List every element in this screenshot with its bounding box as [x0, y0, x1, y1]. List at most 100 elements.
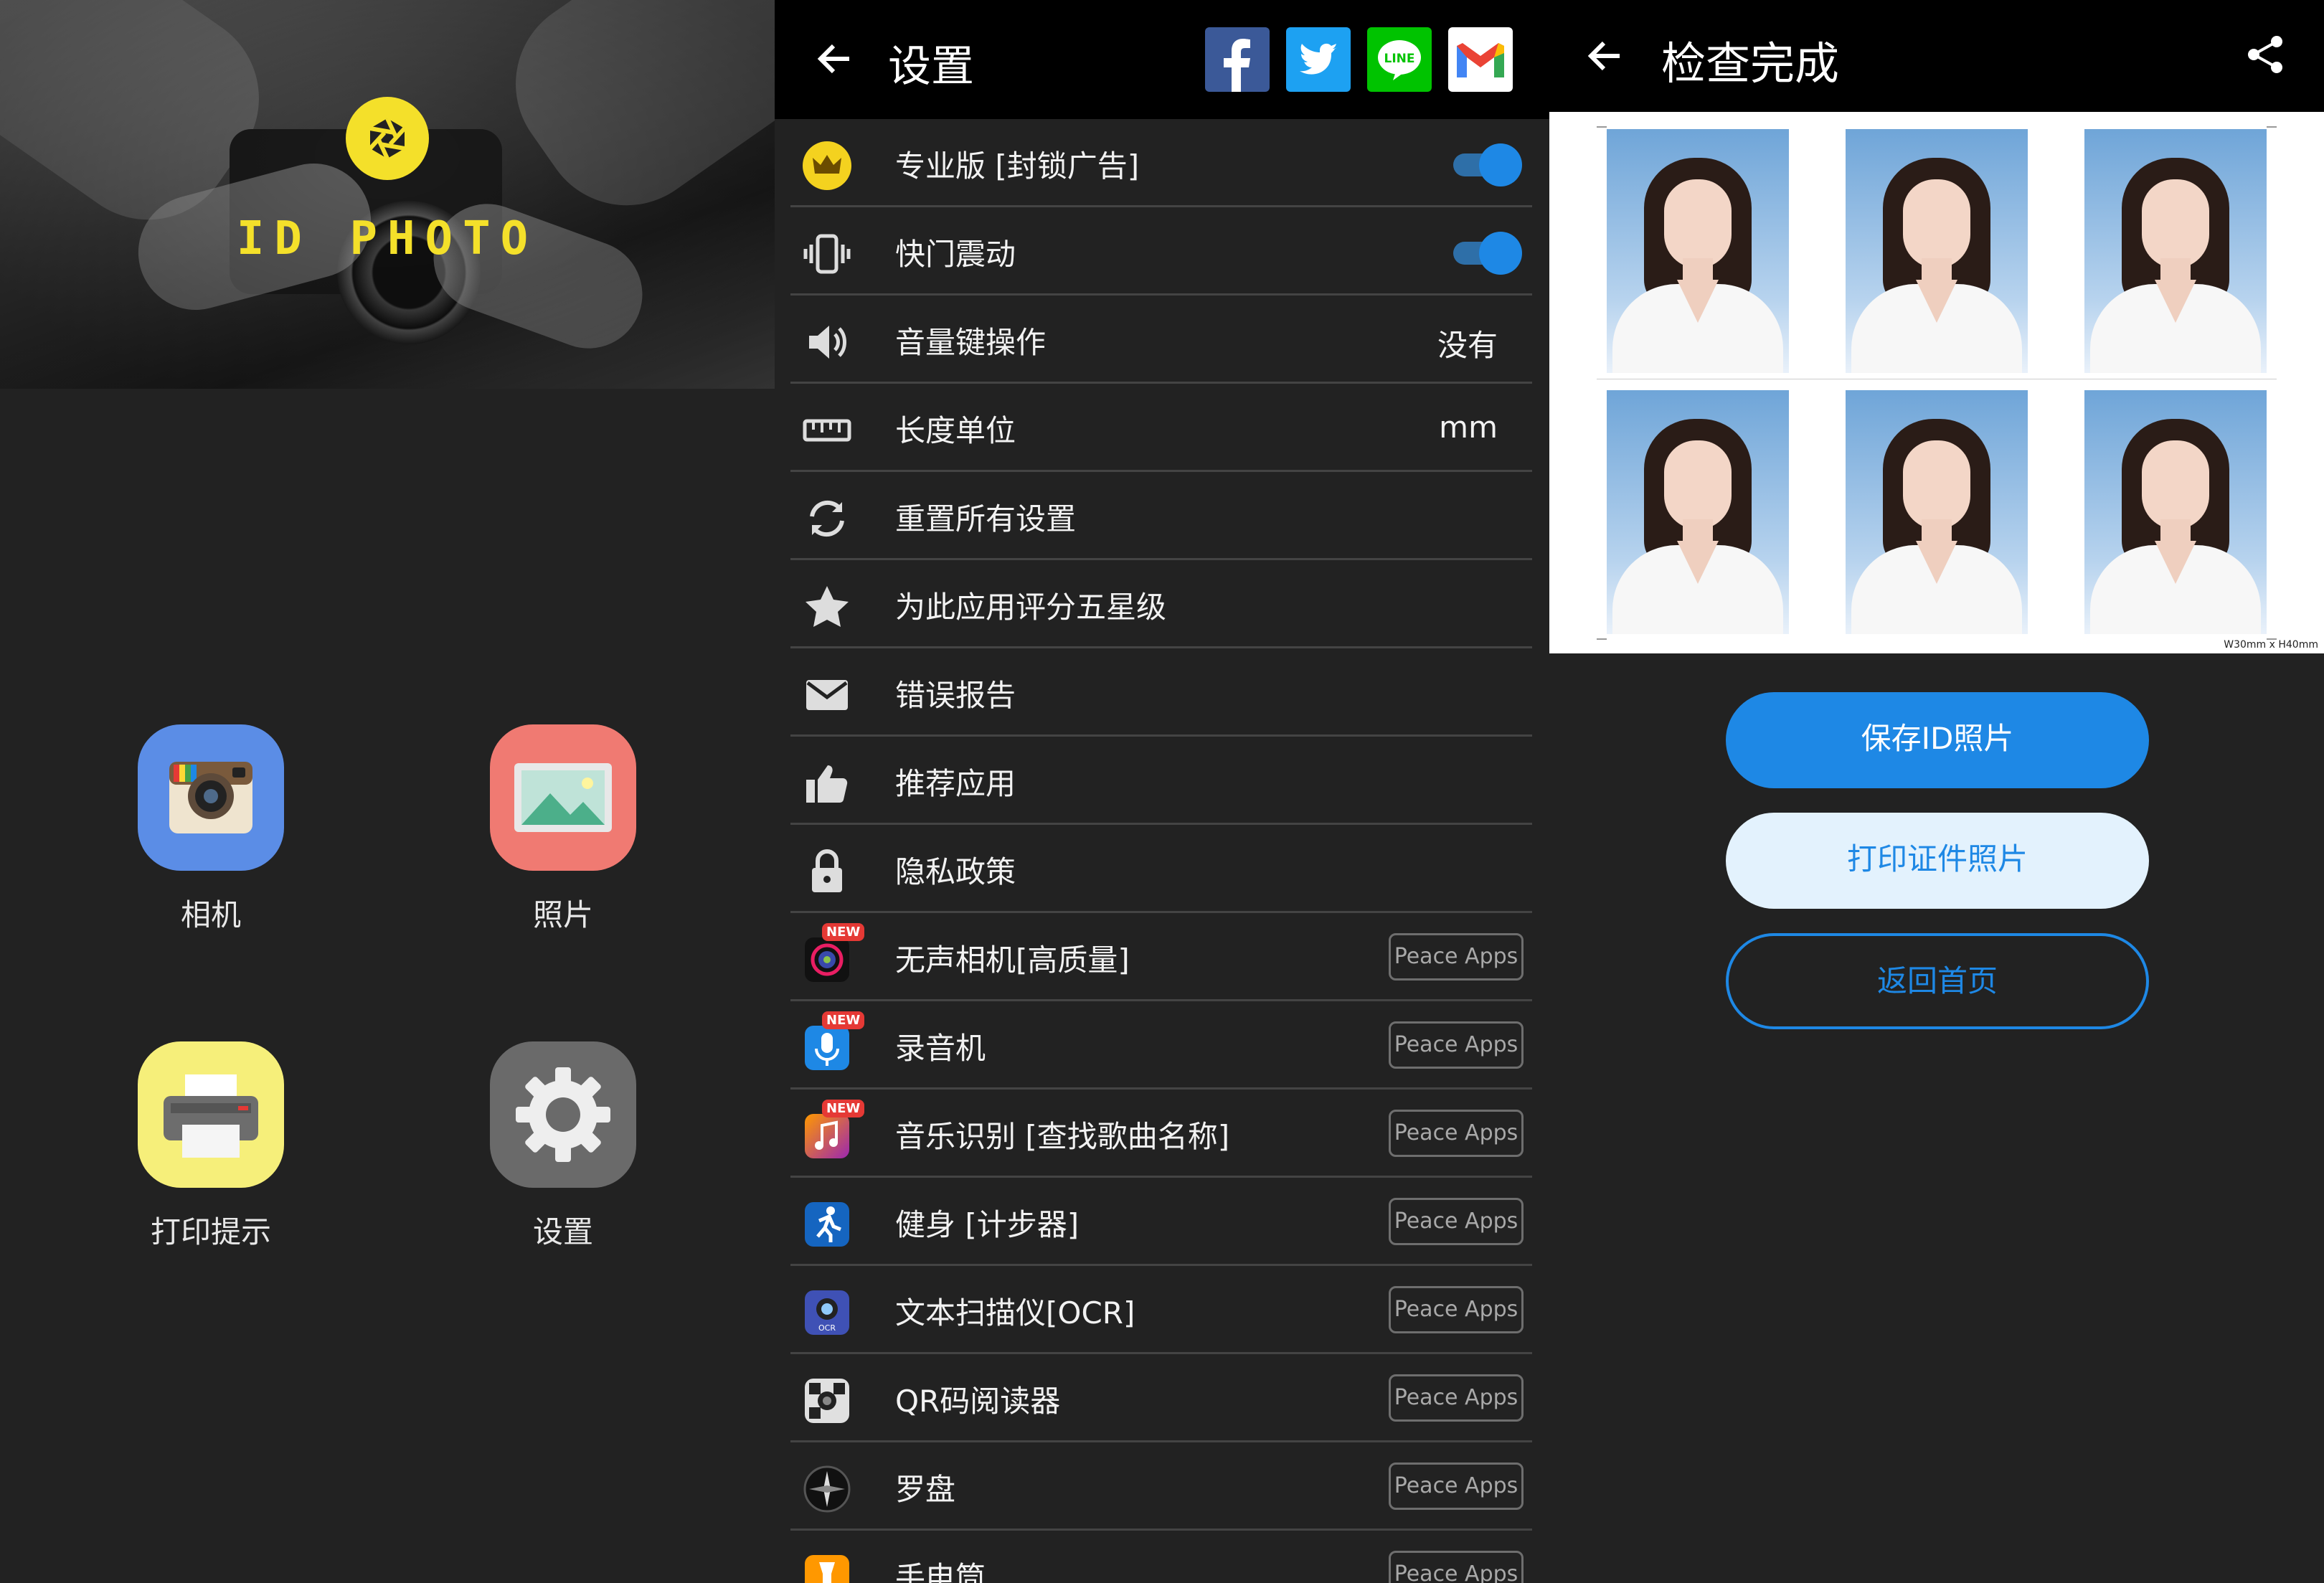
- app-item-ocr[interactable]: OCR 文本扫描仪[OCR] Peace Apps: [790, 1266, 1532, 1354]
- id-photo: [1846, 390, 2028, 634]
- photo-size-caption: W30mm x H40mm: [2224, 639, 2318, 651]
- back-arrow-icon[interactable]: [813, 37, 856, 80]
- music-icon: [805, 1114, 849, 1158]
- app-item-label: 音乐识别 [查找歌曲名称]: [895, 1119, 1230, 1154]
- print-id-photo-button[interactable]: 打印证件照片: [1726, 813, 2149, 909]
- page-title: 设置: [888, 42, 974, 92]
- new-badge: NEW: [822, 1100, 865, 1117]
- camera-tile[interactable]: [138, 724, 284, 871]
- camera-icon: [169, 762, 252, 833]
- photo-tile[interactable]: [490, 724, 636, 871]
- settings-item-privacy[interactable]: 隐私政策: [790, 825, 1532, 913]
- settings-item-label: 快门震动: [895, 237, 1016, 272]
- app-item-label: 健身 [计步器]: [895, 1207, 1080, 1242]
- settings-tile[interactable]: [490, 1041, 636, 1188]
- home-screen: ID PHOTO 相机 照片 打印提示 设置: [0, 0, 775, 1583]
- page-title: 检查完成: [1661, 37, 1840, 90]
- settings-item-length-unit[interactable]: 长度单位 mm: [790, 384, 1532, 472]
- gear-icon: [516, 1067, 610, 1162]
- app-item-label: 罗盘: [895, 1472, 956, 1507]
- settings-item-label: 隐私政策: [895, 854, 1016, 889]
- new-badge: NEW: [822, 1011, 865, 1029]
- settings-item-label: 错误报告: [895, 678, 1016, 713]
- settings-item-label: 长度单位: [895, 413, 1016, 448]
- app-item-qr[interactable]: QR码阅读器 Peace Apps: [790, 1354, 1532, 1442]
- app-item-music-id[interactable]: NEW 音乐识别 [查找歌曲名称] Peace Apps: [790, 1090, 1532, 1178]
- app-item-silent-camera[interactable]: NEW 无声相机[高质量] Peace Apps: [790, 913, 1532, 1001]
- printer-icon: [164, 1074, 258, 1158]
- peace-apps-chip[interactable]: Peace Apps: [1389, 1021, 1524, 1069]
- app-item-flashlight[interactable]: 手电筒 Peace Apps: [790, 1531, 1532, 1583]
- settings-item-reset[interactable]: 重置所有设置: [790, 472, 1532, 560]
- length-unit-value: mm: [1439, 410, 1498, 445]
- volume-icon: [809, 326, 846, 359]
- aperture-logo-icon: [346, 97, 429, 180]
- photo-icon: [514, 763, 612, 832]
- id-photo: [2084, 390, 2267, 634]
- settings-item-label: 音量键操作: [895, 325, 1047, 360]
- app-item-label: 手电筒: [895, 1560, 986, 1583]
- app-item-label: 录音机: [895, 1031, 986, 1066]
- id-photo: [1607, 129, 1789, 373]
- silent-camera-icon: [805, 937, 849, 982]
- gmail-icon[interactable]: [1448, 27, 1513, 92]
- app-item-recorder[interactable]: NEW 录音机 Peace Apps: [790, 1001, 1532, 1090]
- return-home-button[interactable]: 返回首页: [1726, 933, 2149, 1029]
- shutter-vibration-toggle[interactable]: [1453, 232, 1522, 275]
- volume-key-value: 没有: [1437, 328, 1498, 363]
- settings-item-label: 重置所有设置: [895, 501, 1077, 537]
- save-id-photo-button[interactable]: 保存ID照片: [1726, 692, 2149, 788]
- app-item-label: QR码阅读器: [895, 1384, 1061, 1419]
- settings-item-pro-version[interactable]: 专业版 [封锁广告]: [790, 119, 1532, 207]
- facebook-icon[interactable]: [1205, 27, 1270, 92]
- peace-apps-chip[interactable]: Peace Apps: [1389, 933, 1524, 980]
- id-photo: [2084, 129, 2267, 373]
- twitter-icon[interactable]: [1286, 27, 1351, 92]
- ruler-icon: [803, 419, 851, 442]
- settings-tile-label: 设置: [532, 1214, 593, 1249]
- camera-tile-label: 相机: [180, 897, 241, 932]
- app-item-fitness[interactable]: 健身 [计步器] Peace Apps: [790, 1178, 1532, 1266]
- lock-icon: [812, 849, 842, 892]
- pro-version-toggle[interactable]: [1453, 143, 1522, 186]
- fitness-icon: [805, 1202, 849, 1247]
- compass-icon: [803, 1465, 851, 1513]
- settings-item-bug-report[interactable]: 错误报告: [790, 648, 1532, 737]
- line-icon[interactable]: LINE: [1367, 27, 1432, 92]
- hero-banner: [0, 0, 775, 389]
- settings-item-recommend[interactable]: 推荐应用: [790, 737, 1532, 825]
- settings-item-volume-key[interactable]: 音量键操作 没有: [790, 296, 1532, 384]
- reset-icon: [810, 500, 844, 537]
- settings-item-rate[interactable]: 为此应用评分五星级: [790, 560, 1532, 648]
- flashlight-icon: [805, 1555, 849, 1583]
- print-tips-tile[interactable]: [138, 1041, 284, 1188]
- mail-icon: [806, 680, 848, 710]
- settings-app-bar: 设置 LINE: [775, 0, 1549, 119]
- new-badge: NEW: [822, 923, 865, 941]
- settings-item-shutter-vibration[interactable]: 快门震动: [790, 207, 1532, 296]
- svg-text:LINE: LINE: [1384, 52, 1415, 66]
- app-item-label: 文本扫描仪[OCR]: [895, 1295, 1135, 1331]
- settings-item-label: 推荐应用: [895, 766, 1016, 801]
- thumbs-up-icon: [806, 765, 848, 803]
- peace-apps-chip[interactable]: Peace Apps: [1389, 1198, 1524, 1245]
- result-app-bar: 检查完成: [1549, 0, 2324, 112]
- app-item-compass[interactable]: 罗盘 Peace Apps: [790, 1442, 1532, 1531]
- peace-apps-chip[interactable]: Peace Apps: [1389, 1374, 1524, 1422]
- share-icon[interactable]: [2244, 33, 2287, 76]
- peace-apps-chip[interactable]: Peace Apps: [1389, 1110, 1524, 1157]
- app-logo-text: ID PHOTO: [236, 212, 539, 265]
- peace-apps-chip[interactable]: Peace Apps: [1389, 1462, 1524, 1510]
- peace-apps-chip[interactable]: Peace Apps: [1389, 1551, 1524, 1583]
- svg-text:OCR: OCR: [818, 1323, 836, 1333]
- back-arrow-icon[interactable]: [1584, 34, 1627, 77]
- qr-icon: [805, 1379, 849, 1423]
- print-tips-tile-label: 打印提示: [150, 1214, 271, 1249]
- id-photo: [1607, 390, 1789, 634]
- app-item-label: 无声相机[高质量]: [895, 942, 1130, 978]
- vibrate-icon: [803, 234, 851, 274]
- settings-item-label: 专业版 [封锁广告]: [895, 148, 1140, 184]
- star-icon: [806, 586, 849, 627]
- id-photo: [1846, 129, 2028, 373]
- peace-apps-chip[interactable]: Peace Apps: [1389, 1286, 1524, 1333]
